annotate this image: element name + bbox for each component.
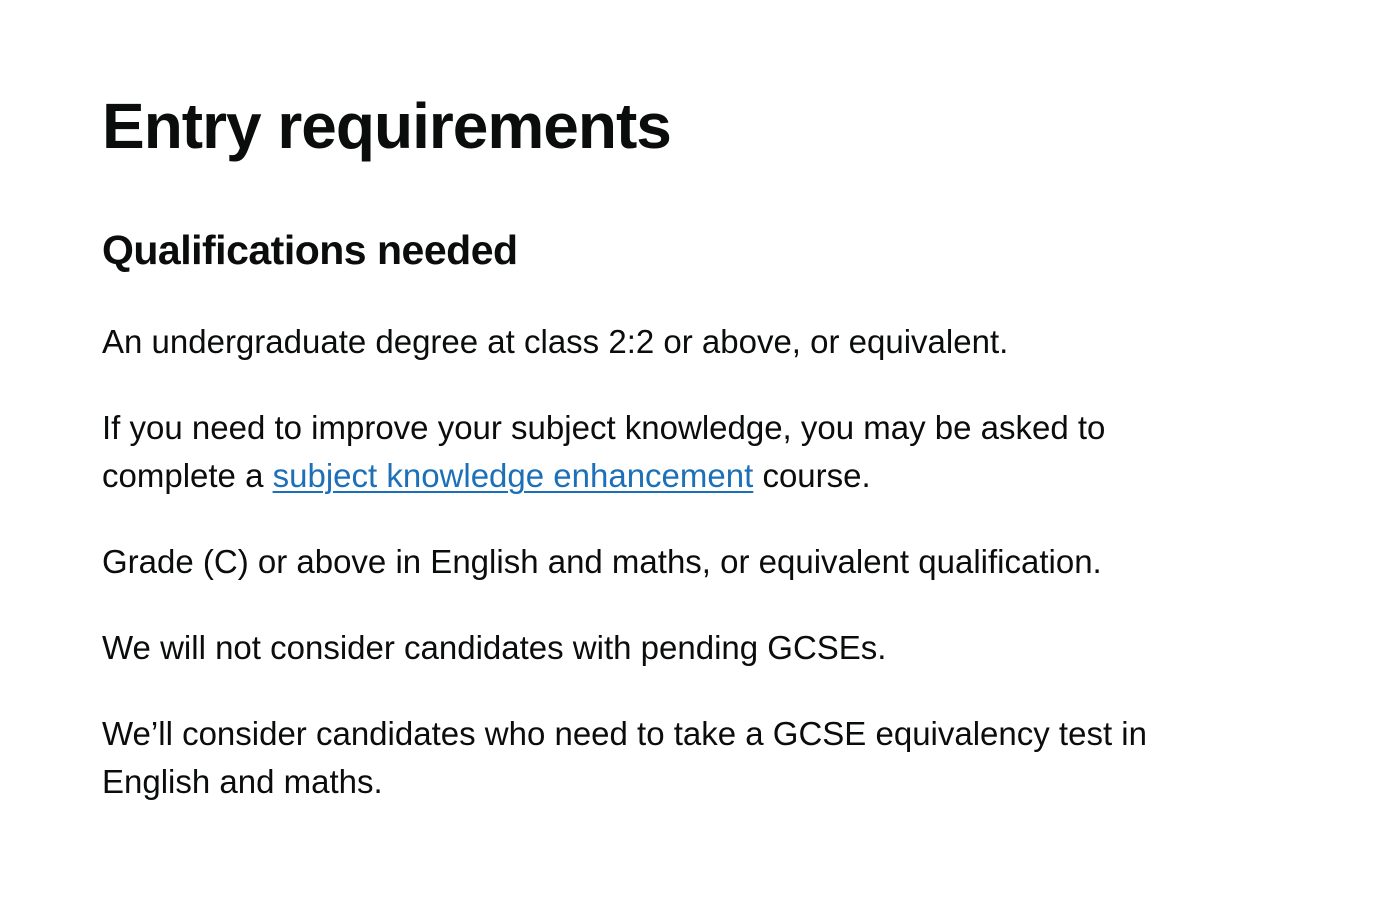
ske-paragraph: If you need to improve your subject know… [102, 404, 1232, 500]
page-title: Entry requirements [102, 90, 672, 162]
qualifications-heading: Qualifications needed [102, 227, 518, 273]
ske-suffix-text: course. [762, 457, 871, 494]
equivalency-test-note: We’ll consider candidates who need to ta… [102, 715, 1147, 800]
ske-link[interactable]: subject knowledge enhancement [273, 457, 754, 494]
degree-requirement: An undergraduate degree at class 2:2 or … [102, 323, 1009, 360]
gcse-grade-requirement: Grade (C) or above in English and maths,… [102, 543, 1102, 580]
page: Entry requirements Qualifications needed… [0, 0, 1380, 900]
pending-gcse-note: We will not consider candidates with pen… [102, 629, 887, 666]
